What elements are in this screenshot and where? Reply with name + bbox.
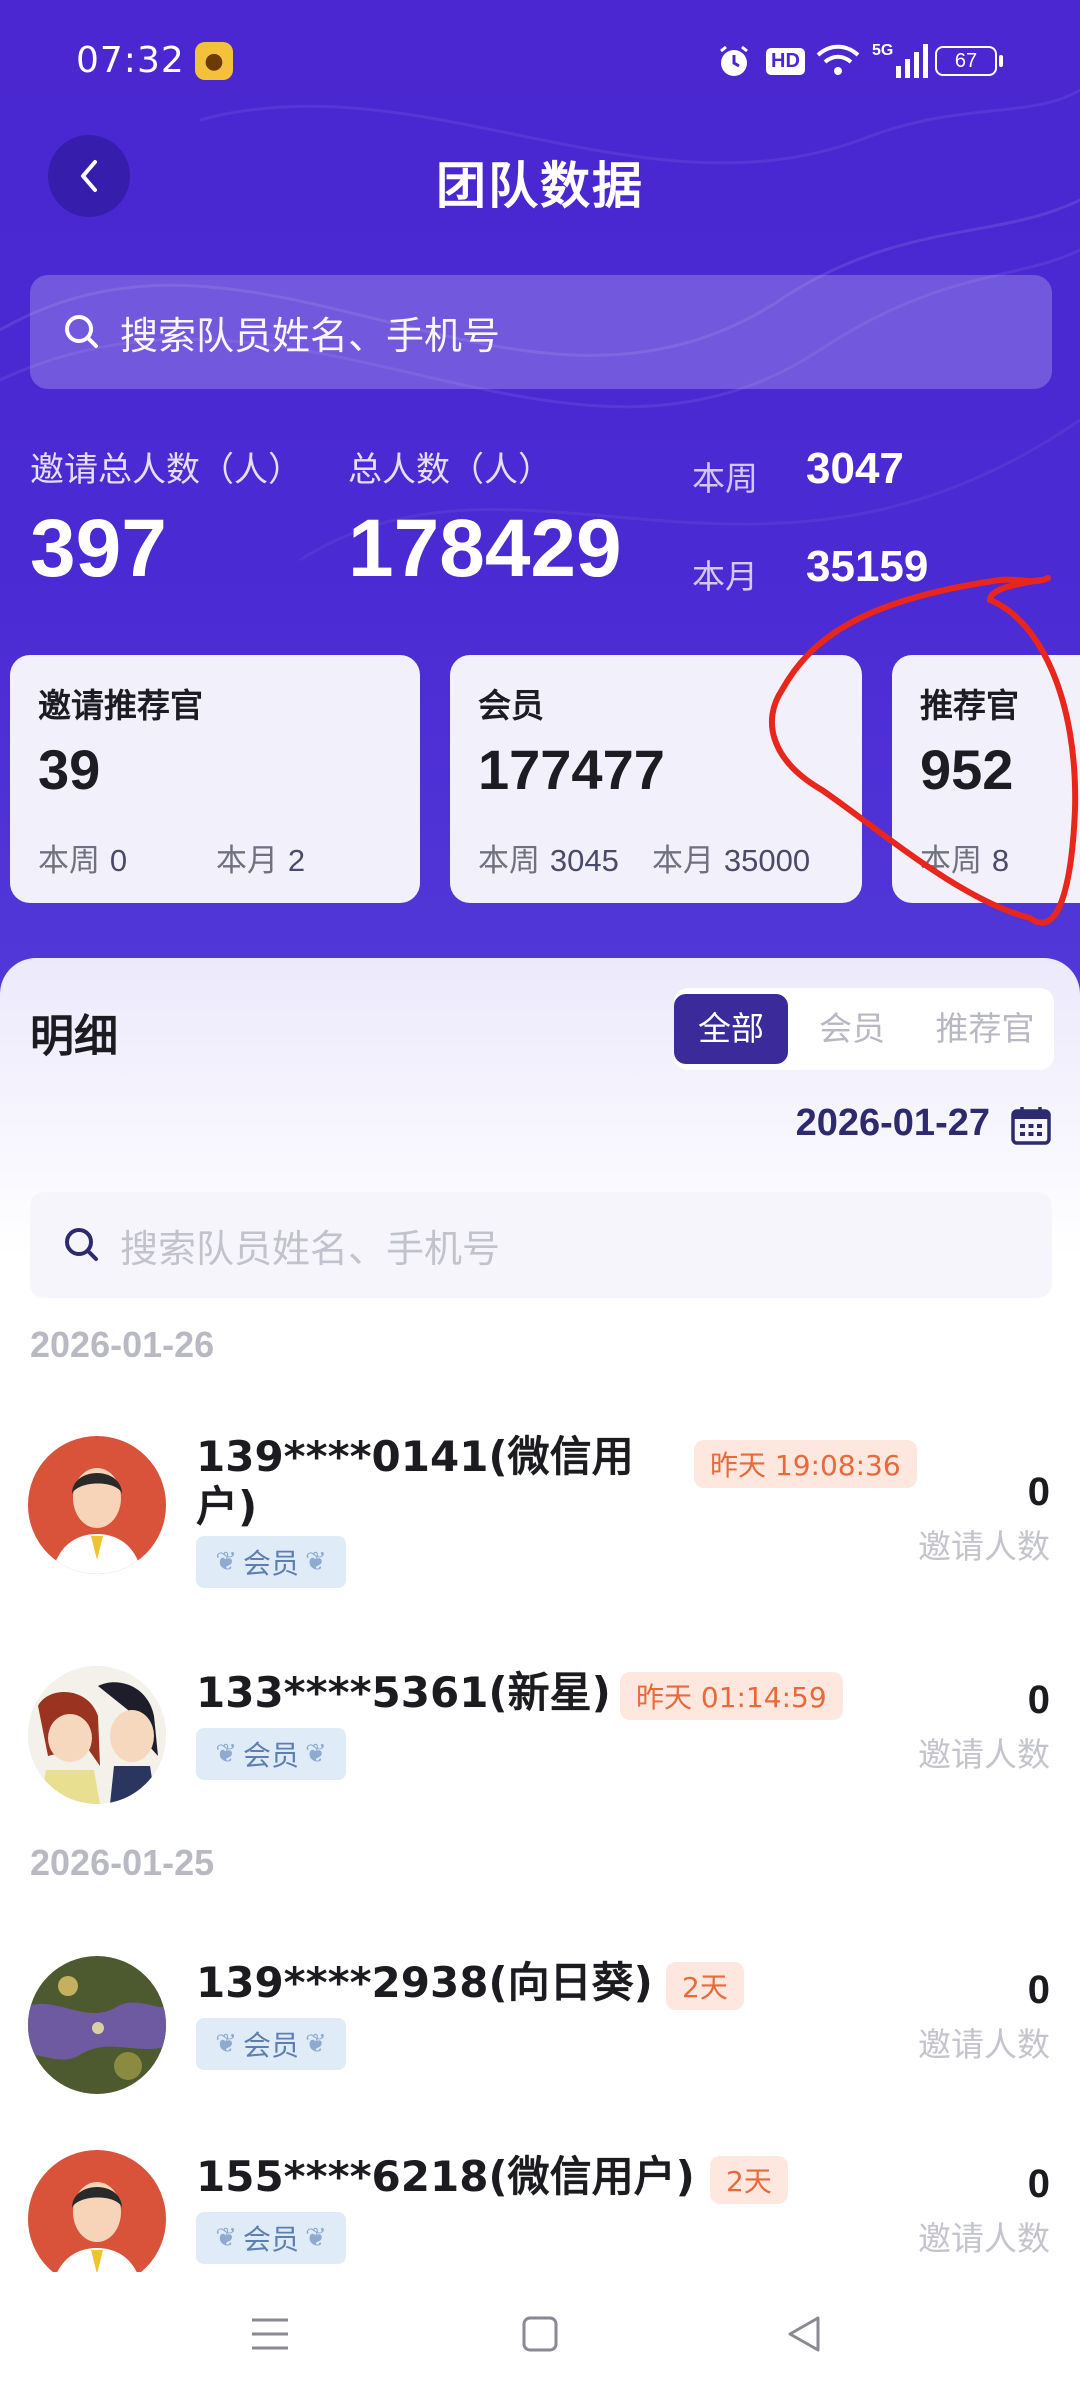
back-nav-icon[interactable]	[782, 2312, 826, 2356]
tab-member[interactable]: 会员	[792, 994, 912, 1064]
member-name: 139****0141(微信用 户)	[196, 1432, 634, 1531]
laurel-icon: ❦	[215, 2223, 237, 2253]
laurel-icon: ❦	[305, 1739, 327, 1769]
signal-icon: 5G	[872, 42, 929, 80]
card-member[interactable]: 会员 177477 本周 3045 本月 35000	[450, 655, 862, 903]
member-tag: ❦ 会员 ❦	[196, 1728, 346, 1780]
avatar-default	[28, 2150, 166, 2288]
member-name: 155****6218(微信用户)	[196, 2152, 695, 2201]
invite-count: 0	[1027, 1470, 1050, 1514]
avatar-map	[28, 1956, 166, 2094]
header-hero: 07:32 ● HD 5G 67 团队数据 搜索队员姓名、手机号 邀请总人数（人…	[0, 0, 1080, 1000]
alarm-icon	[716, 42, 752, 80]
card-title: 邀请推荐官	[38, 686, 203, 725]
invite-count: 0	[1027, 1968, 1050, 2012]
member-tag: ❦ 会员 ❦	[196, 1536, 346, 1588]
card-invite-recommender[interactable]: 邀请推荐官 39 本周 0 本月 2	[10, 655, 420, 903]
avatar-default	[28, 1436, 166, 1574]
member-name: 133****5361(新星)	[196, 1668, 611, 1717]
member-name: 139****2938(向日葵)	[196, 1958, 653, 2007]
detail-title: 明细	[30, 1011, 118, 1062]
home-icon[interactable]	[518, 2312, 562, 2356]
week-label: 本周	[692, 459, 758, 498]
calendar-icon[interactable]	[1010, 1104, 1052, 1146]
invite-count: 0	[1027, 1678, 1050, 1722]
app-notification-icon: ●	[195, 42, 233, 80]
search-input-top[interactable]: 搜索队员姓名、手机号	[30, 275, 1052, 389]
group-date: 2026-01-26	[30, 1324, 215, 1365]
invite-count-label: 邀请人数	[918, 1527, 1050, 1566]
card-week-stat: 本周 0	[38, 843, 128, 879]
laurel-icon: ❦	[215, 1739, 237, 1769]
time-badge: 2天	[710, 2156, 788, 2204]
tab-recommender[interactable]: 推荐官	[916, 994, 1054, 1064]
battery-icon: 67	[935, 42, 1003, 80]
invite-total-value: 397	[30, 503, 167, 594]
invite-count: 0	[1027, 2162, 1050, 2206]
search-icon	[65, 1228, 98, 1261]
laurel-icon: ❦	[305, 1547, 327, 1577]
date-filter[interactable]: 2026-01-27	[796, 1102, 990, 1145]
card-title: 会员	[478, 686, 544, 725]
search-placeholder: 搜索队员姓名、手机号	[120, 1226, 501, 1271]
card-value: 177477	[478, 738, 665, 801]
invite-count-label: 邀请人数	[918, 1735, 1050, 1774]
card-title: 推荐官	[920, 686, 1019, 725]
menu-icon[interactable]	[248, 2312, 292, 2356]
card-month-stat: 本月 2	[216, 843, 306, 879]
month-label: 本月	[692, 557, 758, 596]
status-bar: 07:32 ● HD 5G 67	[0, 0, 1080, 125]
search-icon	[65, 315, 98, 348]
list-item[interactable]: 139****2938(向日葵) 2天 ❦ 会员 ❦ 0 邀请人数	[0, 1948, 1080, 2108]
card-value: 952	[920, 738, 1014, 801]
laurel-icon: ❦	[215, 1547, 237, 1577]
list-item[interactable]: 139****0141(微信用 户) 昨天 19:08:36 ❦ 会员 ❦ 0 邀请人…	[0, 1428, 1080, 1588]
card-recommender[interactable]: 推荐官 952 本周 8	[892, 655, 1080, 903]
laurel-icon: ❦	[305, 2223, 327, 2253]
total-label: 总人数（人）	[348, 450, 552, 490]
detail-panel: 明细 全部 会员 推荐官 2026-01-27 搜索队员姓名、手机号 2026-…	[0, 958, 1080, 2400]
member-tag: ❦ 会员 ❦	[196, 2018, 346, 2070]
wifi-icon	[816, 42, 860, 80]
month-value: 35159	[806, 542, 929, 591]
laurel-icon: ❦	[305, 2029, 327, 2059]
card-week-stat: 本周 8	[920, 843, 1010, 879]
invite-count-label: 邀请人数	[918, 2025, 1050, 2064]
group-date: 2026-01-25	[30, 1842, 215, 1883]
time-badge: 昨天 01:14:59	[620, 1672, 843, 1720]
clock: 07:32	[76, 40, 185, 81]
card-month-stat: 本月 35000	[652, 843, 811, 879]
search-placeholder: 搜索队员姓名、手机号	[120, 313, 501, 358]
week-value: 3047	[806, 444, 904, 493]
system-nav-bar	[0, 2272, 1080, 2400]
total-value: 178429	[348, 503, 622, 594]
laurel-icon: ❦	[215, 2029, 237, 2059]
invite-total-label: 邀请总人数（人）	[30, 450, 302, 490]
invite-count-label: 邀请人数	[918, 2219, 1050, 2258]
card-week-stat: 本周 3045	[478, 843, 619, 879]
time-badge: 昨天 19:08:36	[694, 1440, 917, 1488]
card-value: 39	[38, 738, 101, 801]
member-tag: ❦ 会员 ❦	[196, 2212, 346, 2264]
list-item[interactable]: 133****5361(新星) 昨天 01:14:59 ❦ 会员 ❦ 0 邀请人数	[0, 1658, 1080, 1818]
time-badge: 2天	[666, 1962, 744, 2010]
hd-icon: HD	[766, 42, 805, 80]
avatar-anime	[28, 1666, 166, 1804]
filter-tabs: 全部 会员 推荐官	[674, 988, 1054, 1070]
page-title: 团队数据	[436, 157, 644, 215]
tab-all[interactable]: 全部	[674, 994, 788, 1064]
search-input-detail[interactable]: 搜索队员姓名、手机号	[30, 1192, 1052, 1298]
